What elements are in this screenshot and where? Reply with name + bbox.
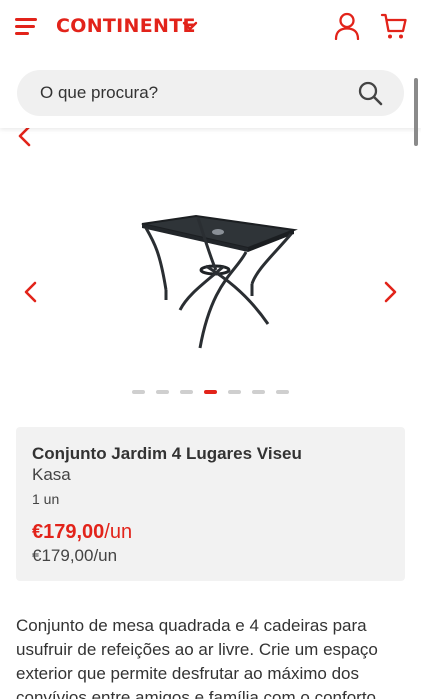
product-info-card: Conjunto Jardim 4 Lugares Viseu Kasa 1 u… bbox=[16, 427, 405, 581]
product-price-per-unit: €179,00/un bbox=[32, 546, 118, 565]
hamburger-menu-icon[interactable] bbox=[14, 14, 38, 38]
search-bar[interactable]: O que procura? bbox=[17, 70, 404, 116]
cart-icon[interactable] bbox=[380, 12, 408, 40]
carousel-dot[interactable] bbox=[228, 390, 241, 394]
product-title: Conjunto Jardim 4 Lugares Viseu bbox=[32, 444, 302, 463]
scrollbar[interactable] bbox=[414, 78, 418, 146]
product-quantity: 1 un bbox=[32, 491, 60, 507]
product-description: Conjunto de mesa quadrada e 4 cadeiras p… bbox=[16, 616, 378, 699]
logo[interactable]: CONTINENTE bbox=[56, 15, 196, 37]
carousel-dot[interactable] bbox=[180, 390, 193, 394]
back-chevron-icon[interactable] bbox=[14, 125, 36, 147]
price-value: €179,00 bbox=[32, 521, 105, 543]
search-input[interactable]: O que procura? bbox=[40, 83, 158, 103]
carousel-dot[interactable] bbox=[156, 390, 169, 394]
carousel-dot[interactable] bbox=[252, 390, 265, 394]
carousel-indicators bbox=[132, 390, 289, 396]
carousel-dot[interactable] bbox=[132, 390, 145, 394]
previous-image-arrow-icon[interactable] bbox=[20, 280, 42, 304]
header: CONTINENTE O que procura? bbox=[0, 0, 421, 128]
product-price: €179,00/un bbox=[32, 521, 132, 544]
chevron-down-icon[interactable] bbox=[180, 16, 200, 36]
carousel-dot-active[interactable] bbox=[204, 390, 217, 394]
next-image-arrow-icon[interactable] bbox=[379, 280, 401, 304]
product-brand[interactable]: Kasa bbox=[32, 465, 71, 485]
price-unit: /un bbox=[104, 521, 133, 543]
carousel-dot[interactable] bbox=[276, 390, 289, 394]
product-image[interactable] bbox=[136, 212, 298, 354]
user-icon[interactable] bbox=[334, 12, 360, 40]
search-icon[interactable] bbox=[357, 80, 383, 106]
